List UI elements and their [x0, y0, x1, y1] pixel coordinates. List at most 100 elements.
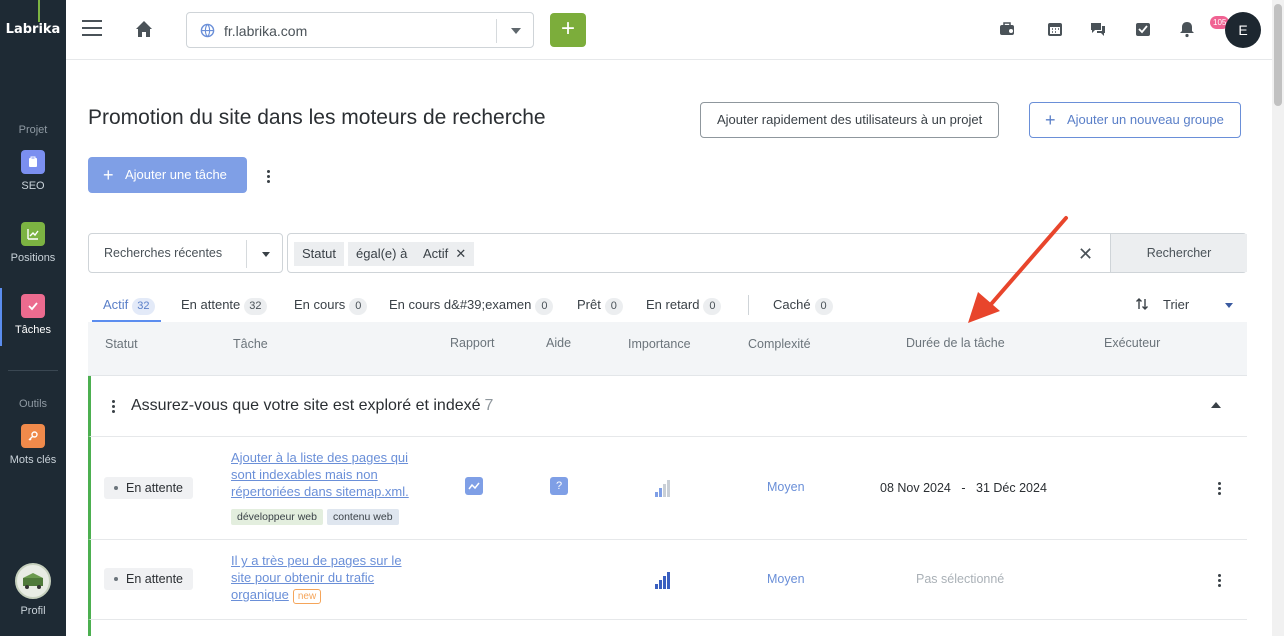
- row-more-options-icon[interactable]: [1218, 574, 1222, 589]
- tag-content: contenu web: [326, 509, 399, 525]
- user-avatar[interactable]: E: [1225, 12, 1261, 48]
- row-more-options-icon[interactable]: [1218, 482, 1222, 497]
- filter-bar[interactable]: Statut égal(e) à Actif ✕ ✕ Rechercher: [287, 233, 1247, 273]
- complexity-value: Moyen: [767, 572, 805, 586]
- recent-searches-select[interactable]: Recherches récentes: [88, 233, 283, 273]
- column-header-tache[interactable]: Tâche: [233, 337, 268, 351]
- tab-divider: [748, 295, 749, 315]
- scrollbar[interactable]: [1272, 0, 1284, 636]
- tab-en-attente[interactable]: En attente 32: [181, 297, 267, 315]
- column-header-importance[interactable]: Importance: [628, 337, 691, 351]
- column-header-complexite[interactable]: Complexité: [748, 337, 811, 351]
- filter-chip-field[interactable]: Statut: [294, 242, 344, 266]
- column-header-executeur[interactable]: Exécuteur: [1104, 336, 1160, 350]
- column-header-statut[interactable]: Statut: [105, 337, 138, 351]
- tab-en-cours-examen[interactable]: En cours d&#39;examen 0: [389, 297, 554, 315]
- add-task-button[interactable]: + Ajouter une tâche: [88, 157, 247, 193]
- tab-label: En retard: [646, 297, 700, 312]
- sidebar-item-profil[interactable]: Profil: [0, 563, 66, 617]
- search-button[interactable]: Rechercher: [1110, 234, 1247, 272]
- group-more-options-icon[interactable]: [112, 400, 116, 415]
- tab-pret[interactable]: Prêt 0: [577, 297, 623, 315]
- group-title: Assurez-vous que votre site est exploré …: [131, 397, 493, 415]
- add-group-button[interactable]: + Ajouter un nouveau groupe: [1029, 102, 1241, 138]
- sidebar-item-label: Profil: [20, 605, 46, 617]
- task-tags: développeur web contenu web: [231, 507, 403, 525]
- more-options-icon[interactable]: [267, 170, 271, 185]
- project-url-value: fr.labrika.com: [224, 23, 308, 39]
- sidebar-item-seo[interactable]: SEO: [0, 150, 66, 192]
- sidebar: Labrika Projet SEO Positions Tâches Outi…: [0, 0, 66, 636]
- tab-actif[interactable]: Actif 32: [103, 297, 155, 315]
- briefcase-icon[interactable]: [998, 20, 1018, 40]
- chevron-up-icon[interactable]: [1211, 402, 1221, 408]
- report-chart-icon[interactable]: [465, 477, 483, 495]
- sort-icon: [1135, 297, 1149, 314]
- table-header: Statut Tâche Rapport Aide Importance Com…: [88, 322, 1247, 376]
- status-badge[interactable]: En attente: [104, 568, 193, 590]
- scrollbar-thumb[interactable]: [1274, 4, 1282, 106]
- sidebar-item-positions[interactable]: Positions: [0, 222, 66, 264]
- key-icon: [21, 424, 45, 448]
- page-title: Promotion du site dans les moteurs de re…: [88, 106, 546, 129]
- group-count: 7: [484, 397, 494, 414]
- column-header-aide[interactable]: Aide: [546, 336, 571, 350]
- home-icon[interactable]: [134, 19, 154, 44]
- column-header-rapport[interactable]: Rapport: [450, 336, 494, 350]
- tab-cache[interactable]: Caché 0: [773, 297, 833, 315]
- tab-label: Actif: [103, 297, 129, 312]
- sort-button[interactable]: Trier: [1136, 297, 1190, 312]
- section-tools-label: Outils: [18, 398, 48, 410]
- project-url-select[interactable]: fr.labrika.com: [186, 12, 534, 48]
- profile-avatar: [15, 563, 51, 599]
- select-separator: [496, 19, 497, 43]
- chevron-down-icon[interactable]: [262, 252, 270, 257]
- calendar-icon[interactable]: [1046, 20, 1066, 40]
- help-icon[interactable]: ?: [550, 477, 568, 495]
- filter-chip-operator[interactable]: égal(e) à: [348, 242, 416, 266]
- sidebar-item-taches[interactable]: Tâches: [0, 288, 66, 346]
- tab-label: En cours d&#39;examen: [389, 297, 532, 312]
- status-badge[interactable]: En attente: [104, 477, 193, 499]
- tab-count: 0: [703, 298, 722, 315]
- bell-icon[interactable]: [1178, 20, 1198, 40]
- date-separator: -: [961, 481, 966, 495]
- plus-icon: +: [103, 165, 114, 185]
- add-users-button[interactable]: Ajouter rapidement des utilisateurs à un…: [700, 102, 1000, 138]
- sidebar-item-label: Mots clés: [9, 454, 57, 466]
- check-icon: [21, 294, 45, 318]
- recent-searches-placeholder: Recherches récentes: [104, 246, 223, 260]
- task-group-header[interactable]: Assurez-vous que votre site est exploré …: [88, 376, 1247, 437]
- tasks-icon[interactable]: [1134, 20, 1154, 40]
- tab-count: 0: [349, 298, 368, 315]
- tab-label: En attente: [181, 297, 241, 312]
- plus-icon: +: [1045, 110, 1056, 130]
- chevron-down-icon[interactable]: [1225, 303, 1233, 308]
- filter-chip-value[interactable]: Actif ✕: [415, 242, 475, 266]
- clear-filter-icon[interactable]: ✕: [1078, 244, 1093, 265]
- tab-count: 32: [244, 298, 267, 315]
- duration-value: 08 Nov 2024 - 31 Déc 2024: [880, 481, 1047, 495]
- tab-count: 0: [814, 298, 833, 315]
- tag-developer: développeur web: [231, 509, 323, 525]
- chevron-down-icon[interactable]: [511, 28, 521, 34]
- importance-bars-icon: [655, 571, 673, 589]
- tab-label: Caché: [773, 297, 811, 312]
- sidebar-item-mots-cles[interactable]: Mots clés: [0, 424, 66, 466]
- logo[interactable]: Labrika: [0, 0, 66, 60]
- tab-en-retard[interactable]: En retard 0: [646, 297, 722, 315]
- sort-label: Trier: [1163, 297, 1190, 312]
- menu-icon[interactable]: [82, 20, 102, 36]
- chat-icon[interactable]: [1089, 20, 1109, 40]
- task-link[interactable]: Il y a très peu de pages sur le site pou…: [231, 552, 416, 604]
- globe-icon: [200, 23, 215, 43]
- close-icon[interactable]: ✕: [455, 242, 466, 266]
- task-link[interactable]: Ajouter à la liste des pages qui sont in…: [231, 449, 426, 500]
- clipboard-icon: [21, 150, 45, 174]
- column-header-duree[interactable]: Durée de la tâche: [906, 336, 1005, 350]
- date-start: 08 Nov 2024: [880, 481, 951, 495]
- table-row: En attente Ajouter à la liste des pages …: [88, 437, 1247, 540]
- add-project-button[interactable]: +: [550, 13, 586, 47]
- tab-en-cours[interactable]: En cours 0: [294, 297, 368, 315]
- table-row: [88, 620, 1247, 636]
